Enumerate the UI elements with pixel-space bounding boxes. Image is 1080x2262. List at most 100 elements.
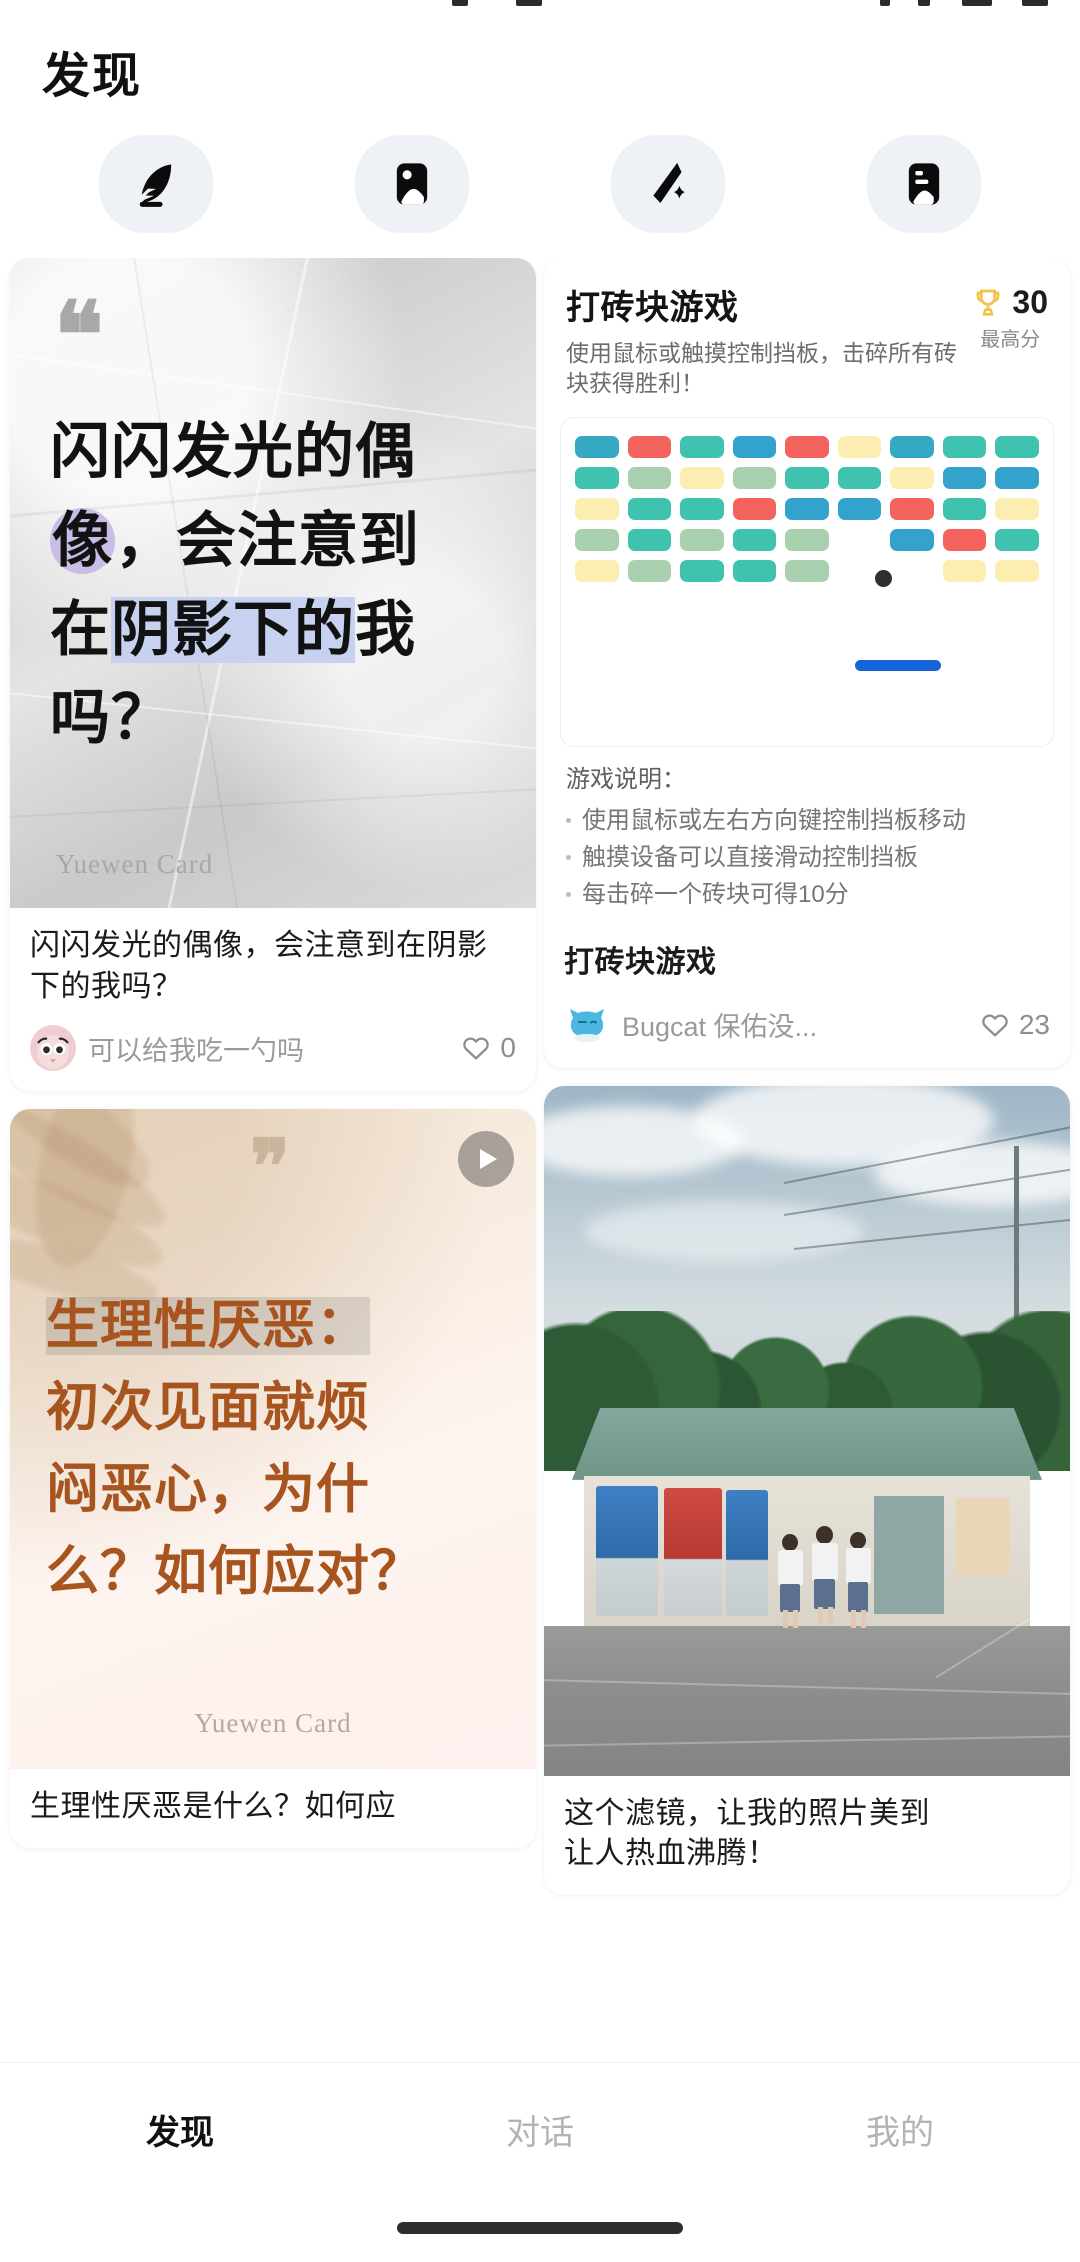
poster-line-segment: 闷恶心，为什 (46, 1461, 370, 1520)
brick (627, 528, 672, 551)
game-board[interactable] (560, 416, 1054, 747)
brick (942, 559, 987, 582)
card-title: 闪闪发光的偶像，会注意到在阴影下的我吗？ (30, 929, 488, 1003)
card-author[interactable]: 可以给我吃一勺吗 (88, 1029, 449, 1068)
game-score-label: 最高分 (980, 329, 1041, 351)
discover-feed[interactable]: ❝ 闪闪发光的偶 像，会注意到 在阴影下的我 吗？ Yuewen Card 闪闪… (0, 258, 1080, 1953)
brick (575, 435, 619, 458)
brick (575, 497, 619, 520)
brick (890, 560, 934, 582)
brick (942, 528, 987, 551)
poster-line-segment: 初次见面就烦 (46, 1379, 370, 1438)
brick (942, 497, 987, 520)
brick (890, 528, 934, 551)
game-rule-item: 使用鼠标或左右方向键控制挡板移动 (566, 802, 1048, 839)
brick (627, 466, 672, 489)
game-rules-heading: 游戏说明： (566, 765, 686, 793)
brick (995, 466, 1039, 489)
brick (785, 497, 829, 520)
avatar[interactable] (30, 1025, 76, 1071)
card-body: 打砖块游戏 Bugcat 保佑没... 23 (544, 939, 1070, 1068)
game-score-value: 30 (1012, 284, 1048, 320)
brick (627, 435, 672, 458)
card-body: 闪闪发光的偶像，会注意到在阴影下的我吗？ 可以给我吃一勺吗 0 (10, 908, 536, 1091)
card-body: 这个滤镜，让我的照片美到 让人热血沸腾！ (544, 1776, 1070, 1895)
home-indicator[interactable] (397, 2222, 683, 2234)
brick (680, 497, 724, 520)
brick (575, 466, 619, 489)
poster-line-segment: ，会注意到 (115, 507, 420, 574)
poster-image-beige: ❞ 生理性厌恶： 初次见面就烦 闷恶心，为什 么？如何应对？ Yuewen Ca… (10, 1109, 536, 1769)
vending-machine (664, 1487, 722, 1616)
tab-discover[interactable]: 发现 (0, 2089, 360, 2169)
card-meta: Bugcat 保佑没... 23 (564, 1002, 1050, 1048)
brick (732, 435, 777, 458)
status-bar (0, 0, 1080, 18)
poster-line-segment: 我 (355, 596, 416, 663)
like-button[interactable]: 23 (980, 1009, 1050, 1041)
like-count: 23 (1018, 1008, 1050, 1040)
brick (575, 528, 619, 551)
poster-line-segment: 阴影下的 (111, 596, 355, 663)
heart-icon (463, 1037, 490, 1060)
vending-machine (726, 1489, 768, 1616)
feather-pen-icon (99, 135, 213, 233)
brick (732, 559, 777, 582)
game-subtitle: 使用鼠标或触摸控制挡板，击碎所有砖块获得胜利！ (566, 340, 957, 396)
brick (680, 559, 724, 582)
brick (890, 466, 934, 489)
card-title: 打砖块游戏 (564, 946, 717, 980)
game-rules: 游戏说明： 使用鼠标或左右方向键控制挡板移动 触摸设备可以直接滑动控制挡板 每击… (544, 747, 1070, 914)
brick (838, 529, 882, 551)
game-title: 打砖块游戏 (566, 289, 739, 327)
like-button[interactable]: 0 (461, 1032, 516, 1064)
feed-card-quote-grey[interactable]: ❝ 闪闪发光的偶 像，会注意到 在阴影下的我 吗？ Yuewen Card 闪闪… (10, 258, 536, 1091)
quote-glyph: ❝ (54, 285, 104, 387)
brick-grid (575, 435, 1039, 582)
card-title-line2: 让人热血沸腾！ (564, 1837, 778, 1871)
card-title: 这个滤镜，让我的照片美到 让人热血沸腾！ (564, 1794, 1050, 1875)
magic-wand-filter-icon (611, 135, 725, 233)
feed-card-breakout-game[interactable]: 打砖块游戏 使用鼠标或触摸控制挡板，击碎所有砖块获得胜利！ 30 最高分 游戏说… (544, 258, 1070, 1068)
play-video-button[interactable] (458, 1131, 514, 1187)
brick (995, 559, 1039, 582)
brick (785, 435, 829, 458)
feed-card-quote-beige[interactable]: ❞ 生理性厌恶： 初次见面就烦 闷恶心，为什 么？如何应对？ Yuewen Ca… (10, 1109, 536, 1848)
tab-chat[interactable]: 对话 (360, 2089, 720, 2169)
poster-line-segment: 在 (50, 596, 111, 663)
play-icon (480, 1149, 497, 1169)
brick (837, 466, 882, 489)
brick (680, 528, 724, 551)
card-author[interactable]: Bugcat 保佑没... (622, 1005, 968, 1044)
card-body: 生理性厌恶是什么？如何应 (10, 1769, 536, 1848)
brick (837, 435, 882, 458)
brick (785, 466, 829, 489)
image-generate-icon (355, 135, 469, 233)
brick (732, 528, 777, 551)
brick (785, 559, 829, 582)
feed-column-right: 打砖块游戏 使用鼠标或触摸控制挡板，击碎所有砖块获得胜利！ 30 最高分 游戏说… (544, 258, 1070, 1913)
brick (942, 435, 987, 458)
brick (785, 528, 829, 551)
brick (575, 559, 619, 582)
page-title: 发现 (42, 50, 143, 103)
card-meta: 可以给我吃一勺吗 0 (30, 1025, 516, 1071)
app-root: 发现 帮我写作 帮我生图 (0, 0, 1080, 2262)
poster-text: 生理性厌恶： 初次见面就烦 闷恶心，为什 么？如何应对？ (46, 1285, 510, 1614)
tab-profile[interactable]: 我的 (720, 2089, 1080, 2169)
poster-line-segment: 吗？ (50, 685, 172, 752)
brick (627, 559, 672, 582)
brick (732, 497, 777, 520)
game-header: 打砖块游戏 使用鼠标或触摸控制挡板，击碎所有砖块获得胜利！ 30 最高分 (544, 258, 1070, 405)
photo-image (544, 1085, 1070, 1776)
avatar[interactable] (564, 1002, 610, 1048)
like-count: 0 (500, 1032, 516, 1063)
image-caption-icon (867, 135, 981, 233)
bottom-tab-bar: 发现 对话 我的 (0, 2062, 1080, 2262)
poster-text: 闪闪发光的偶 像，会注意到 在阴影下的我 吗？ (50, 408, 510, 763)
game-paddle[interactable] (855, 659, 941, 671)
card-title: 生理性厌恶是什么？如何应 (30, 1790, 396, 1823)
game-highscore: 30 最高分 (972, 280, 1048, 352)
brick (680, 466, 724, 489)
feed-card-photo[interactable]: 这个滤镜，让我的照片美到 让人热血沸腾！ (544, 1085, 1070, 1895)
